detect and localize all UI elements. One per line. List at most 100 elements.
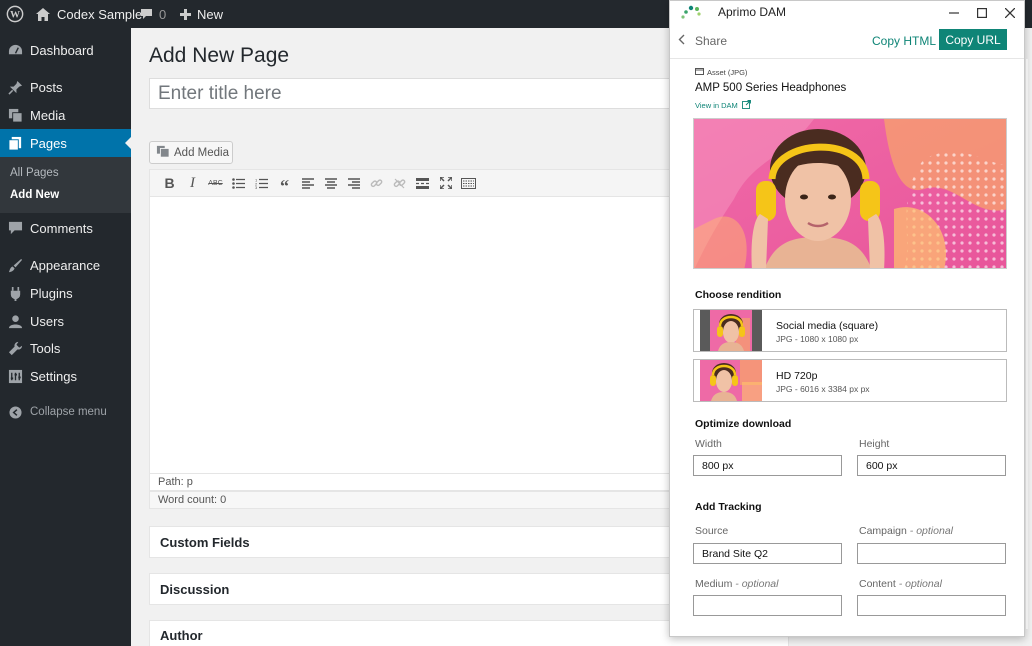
dam-scrollbar[interactable] (1026, 59, 1028, 629)
height-label: Height (859, 438, 890, 450)
sidebar-item-label: Comments (30, 220, 93, 236)
comment-icon (0, 221, 30, 235)
view-in-dam-link[interactable]: View in DAM (695, 100, 751, 111)
read-more-icon[interactable] (411, 172, 434, 194)
paintbrush-icon (0, 258, 30, 273)
blockquote-icon[interactable]: “ (273, 172, 296, 196)
optional-hint: - optional (898, 578, 942, 590)
rendition-thumbnail (700, 310, 762, 351)
sidebar-item-settings[interactable]: Settings (0, 362, 131, 390)
page-title: Add New Page (149, 44, 290, 67)
sidebar-item-media[interactable]: Media (0, 101, 131, 129)
bold-icon[interactable]: B (158, 172, 181, 194)
new-content-link[interactable]: New (180, 0, 223, 28)
copy-url-button[interactable]: Copy URL (939, 29, 1007, 50)
plus-icon (180, 8, 191, 20)
view-in-dam-label: View in DAM (695, 101, 738, 110)
campaign-input[interactable] (857, 543, 1006, 564)
content-label: Content - optional (859, 578, 942, 590)
comments-link[interactable]: 0 (140, 0, 166, 28)
content-input[interactable] (857, 595, 1006, 616)
align-left-icon[interactable] (296, 172, 319, 194)
sidebar-item-posts[interactable]: Posts (0, 73, 131, 101)
plug-icon (0, 286, 30, 301)
align-right-icon[interactable] (342, 172, 365, 194)
collapse-menu-button[interactable]: Collapse menu (0, 398, 131, 426)
dam-titlebar: Aprimo DAM (670, 1, 1024, 25)
asset-name: AMP 500 Series Headphones (695, 82, 847, 94)
sidebar-item-label: Plugins (30, 285, 73, 301)
link-icon[interactable] (365, 172, 388, 194)
close-button[interactable] (996, 1, 1024, 25)
sidebar-item-comments[interactable]: Comments (0, 214, 131, 242)
aprimo-logo-icon (680, 4, 702, 26)
source-input[interactable]: Brand Site Q2 (693, 543, 842, 564)
collapse-arrow-icon (0, 405, 30, 419)
svg-text:3: 3 (255, 185, 258, 189)
new-label: New (197, 6, 224, 22)
submenu-item-all-pages[interactable]: All Pages (10, 167, 59, 179)
align-center-icon[interactable] (319, 172, 342, 194)
rendition-thumbnail (700, 360, 762, 401)
collapse-menu-label: Collapse menu (30, 406, 107, 418)
sidebar-item-appearance[interactable]: Appearance (0, 251, 131, 279)
sidebar-item-pages[interactable]: Pages (0, 129, 131, 157)
fullscreen-icon[interactable] (434, 172, 457, 194)
sidebar-item-users[interactable]: Users (0, 307, 131, 335)
italic-icon[interactable]: I (181, 172, 204, 194)
home-icon (36, 7, 50, 21)
rendition-option-hd720p[interactable]: HD 720p JPG - 6016 x 3384 px px (693, 359, 1007, 402)
rendition-name: Social media (square) (776, 320, 879, 332)
share-label: Share (695, 34, 728, 48)
editor-content-area[interactable] (149, 197, 749, 473)
sidebar-item-dashboard[interactable]: Dashboard (0, 36, 131, 64)
post-title-input[interactable]: Enter title here (149, 78, 749, 109)
unlink-icon[interactable] (388, 172, 411, 194)
width-label: Width (695, 438, 722, 450)
optimize-download-title: Optimize download (695, 418, 792, 430)
wrench-icon (0, 341, 30, 356)
image-file-icon (695, 68, 704, 77)
asset-preview-image (693, 118, 1007, 269)
dam-header: Share Copy HTML Copy URL (670, 25, 1024, 59)
pages-icon (0, 136, 30, 151)
site-name-link[interactable]: Codex Sample (36, 0, 142, 28)
rendition-description: JPG - 1080 x 1080 px (776, 334, 859, 344)
sidebar-item-label: Pages (30, 135, 67, 151)
campaign-label: Campaign - optional (859, 525, 953, 537)
sidebar-item-label: Appearance (30, 257, 101, 273)
copy-html-button[interactable]: Copy HTML (872, 31, 936, 51)
medium-label: Medium - optional (695, 578, 778, 590)
width-input[interactable]: 800 px (693, 455, 842, 476)
optional-hint: - optional (735, 578, 779, 590)
height-input[interactable]: 600 px (857, 455, 1006, 476)
add-media-button[interactable]: Add Media (149, 141, 233, 164)
asset-type-label: Asset (JPG) (707, 68, 748, 77)
share-back-button[interactable]: Share (678, 31, 727, 51)
maximize-button[interactable] (968, 1, 996, 25)
numbered-list-icon[interactable]: 123 (250, 172, 273, 194)
rendition-description: JPG - 6016 x 3384 px px (776, 384, 870, 394)
pin-icon (0, 80, 30, 95)
rendition-name: HD 720p (776, 370, 818, 382)
sidebar-item-plugins[interactable]: Plugins (0, 279, 131, 307)
users-icon (0, 314, 30, 329)
medium-input[interactable] (693, 595, 842, 616)
minimize-button[interactable] (940, 1, 968, 25)
dashboard-icon (0, 43, 30, 58)
sidebar-item-label: Posts (30, 79, 63, 95)
settings-icon (0, 369, 30, 384)
wordpress-logo-icon[interactable]: W (6, 0, 26, 28)
admin-sidebar: Dashboard Posts Media Pages All Pages Ad… (0, 28, 131, 646)
choose-rendition-title: Choose rendition (695, 289, 782, 301)
sidebar-item-tools[interactable]: Tools (0, 334, 131, 362)
strikethrough-icon[interactable]: ABC (204, 172, 227, 194)
toolbar-toggle-icon[interactable] (457, 172, 480, 194)
rendition-option-social[interactable]: Social media (square) JPG - 1080 x 1080 … (693, 309, 1007, 352)
bullet-list-icon[interactable] (227, 172, 250, 194)
add-tracking-title: Add Tracking (695, 501, 762, 513)
sidebar-item-label: Settings (30, 368, 77, 384)
source-label: Source (695, 525, 729, 537)
media-icon (0, 108, 30, 123)
submenu-item-add-new[interactable]: Add New (10, 189, 59, 201)
